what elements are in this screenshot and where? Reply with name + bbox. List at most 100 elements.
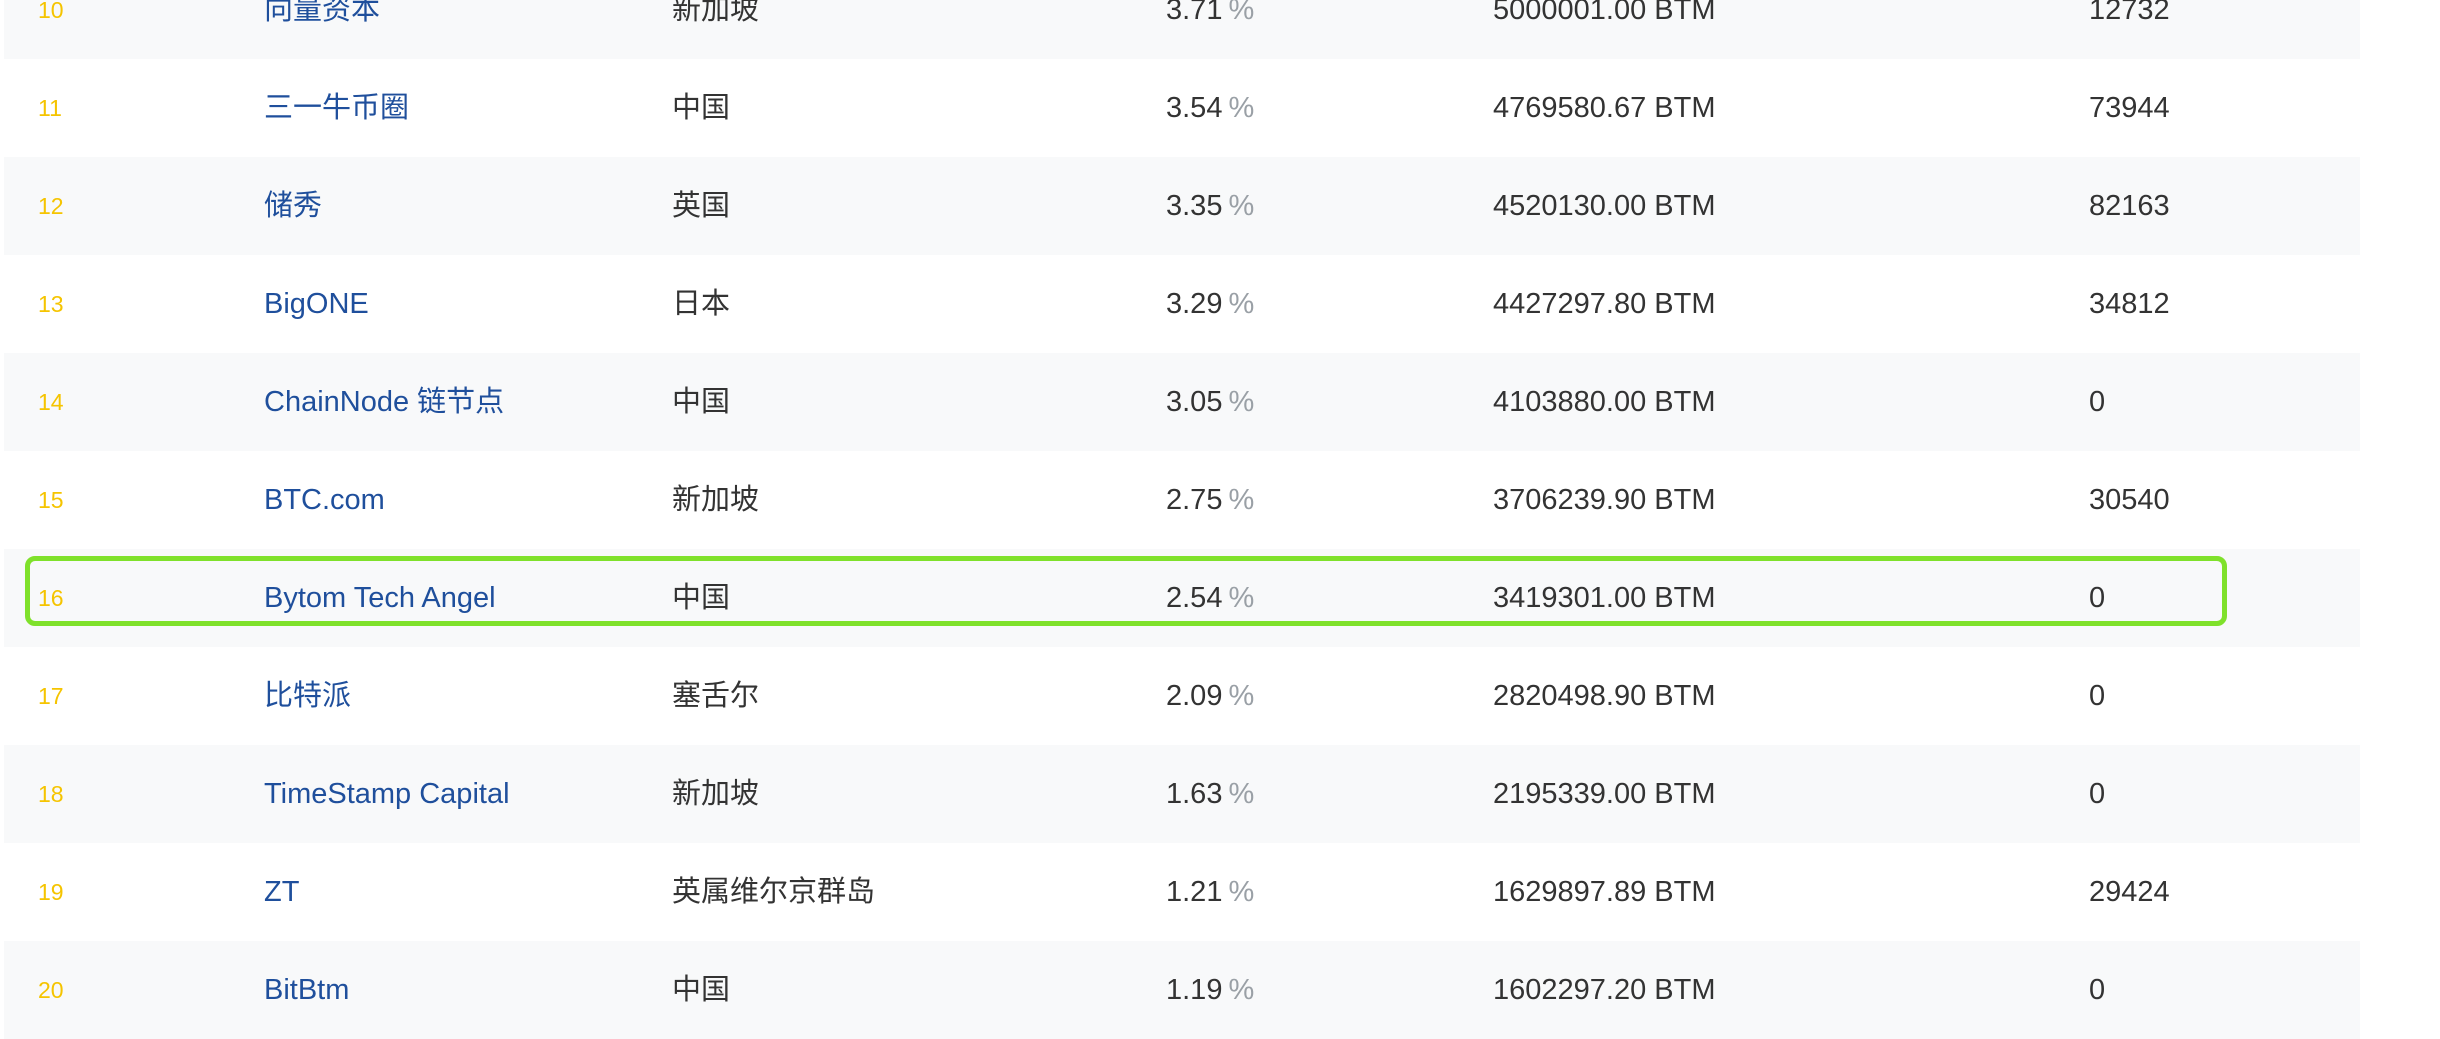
rank-cell: 16: [38, 585, 64, 611]
percent-sign: %: [1228, 484, 1255, 516]
percent-sign: %: [1228, 0, 1255, 26]
node-name-link[interactable]: Bytom Tech Angel: [264, 549, 496, 647]
rank-cell: 17: [38, 683, 64, 709]
percent-value: 3.35: [1166, 190, 1223, 222]
votes-cell: 29424: [2089, 876, 2170, 908]
votes-cell: 0: [2089, 582, 2106, 614]
amount-cell: 4103880.00 BTM: [1493, 386, 1716, 418]
country-cell: 英属维尔京群岛: [672, 876, 876, 908]
country-cell: 中国: [672, 974, 731, 1006]
percent-cell: 1.21%: [1166, 843, 1254, 941]
country-cell: 日本: [672, 288, 731, 320]
rank-cell: 11: [38, 95, 62, 121]
rank-cell: 14: [38, 389, 64, 415]
node-name-link[interactable]: 比特派: [264, 647, 351, 745]
votes-cell: 0: [2089, 386, 2106, 418]
table-row: 11 三一牛币圈 中国 3.54% 4769580.67 BTM 73944: [4, 59, 2360, 157]
rank-cell: 10: [38, 0, 64, 23]
votes-cell: 0: [2089, 680, 2106, 712]
percent-value: 1.19: [1166, 974, 1223, 1006]
percent-cell: 2.09%: [1166, 647, 1254, 745]
percent-sign: %: [1228, 778, 1255, 810]
table-row: 12 储秀 英国 3.35% 4520130.00 BTM 82163: [4, 157, 2360, 255]
percent-value: 2.09: [1166, 680, 1223, 712]
percent-sign: %: [1228, 582, 1255, 614]
amount-cell: 4520130.00 BTM: [1493, 190, 1716, 222]
votes-cell: 12732: [2089, 0, 2170, 26]
node-name-link[interactable]: 向量资本: [264, 0, 380, 59]
country-cell: 中国: [672, 386, 731, 418]
country-cell: 新加坡: [672, 484, 760, 516]
votes-cell: 82163: [2089, 190, 2170, 222]
amount-cell: 1602297.20 BTM: [1493, 974, 1716, 1006]
node-name-link[interactable]: BitBtm: [264, 941, 349, 1039]
percent-cell: 1.63%: [1166, 745, 1254, 843]
country-cell: 英国: [672, 190, 731, 222]
node-name-link[interactable]: BTC.com: [264, 451, 385, 549]
node-ranking-table: 10 向量资本 新加坡 3.71% 5000001.00 BTM 12732 1…: [4, 0, 2360, 1039]
percent-value: 3.29: [1166, 288, 1223, 320]
percent-sign: %: [1228, 288, 1255, 320]
votes-cell: 0: [2089, 974, 2106, 1006]
country-cell: 中国: [672, 92, 731, 124]
table-row: 19 ZT 英属维尔京群岛 1.21% 1629897.89 BTM 29424: [4, 843, 2360, 941]
votes-cell: 30540: [2089, 484, 2170, 516]
percent-value: 1.63: [1166, 778, 1223, 810]
amount-cell: 4769580.67 BTM: [1493, 92, 1716, 124]
amount-cell: 3706239.90 BTM: [1493, 484, 1716, 516]
amount-cell: 3419301.00 BTM: [1493, 582, 1716, 614]
node-name-link[interactable]: ChainNode 链节点: [264, 353, 504, 451]
amount-cell: 2820498.90 BTM: [1493, 680, 1716, 712]
percent-value: 3.54: [1166, 92, 1223, 124]
table-row: 16 Bytom Tech Angel 中国 2.54% 3419301.00 …: [4, 549, 2360, 647]
percent-sign: %: [1228, 680, 1255, 712]
percent-cell: 3.05%: [1166, 353, 1254, 451]
rank-cell: 18: [38, 781, 64, 807]
table-row: 15 BTC.com 新加坡 2.75% 3706239.90 BTM 3054…: [4, 451, 2360, 549]
rank-cell: 12: [38, 193, 64, 219]
votes-cell: 73944: [2089, 92, 2170, 124]
percent-sign: %: [1228, 386, 1255, 418]
country-cell: 新加坡: [672, 778, 760, 810]
percent-value: 3.71: [1166, 0, 1223, 26]
table-row: 14 ChainNode 链节点 中国 3.05% 4103880.00 BTM…: [4, 353, 2360, 451]
percent-cell: 2.75%: [1166, 451, 1254, 549]
rank-cell: 15: [38, 487, 64, 513]
country-cell: 中国: [672, 582, 731, 614]
percent-value: 1.21: [1166, 876, 1223, 908]
amount-cell: 2195339.00 BTM: [1493, 778, 1716, 810]
table-row: 17 比特派 塞舌尔 2.09% 2820498.90 BTM 0: [4, 647, 2360, 745]
node-name-link[interactable]: BigONE: [264, 255, 369, 353]
percent-cell: 3.35%: [1166, 157, 1254, 255]
table-row: 10 向量资本 新加坡 3.71% 5000001.00 BTM 12732: [4, 0, 2360, 59]
percent-cell: 1.19%: [1166, 941, 1254, 1039]
amount-cell: 4427297.80 BTM: [1493, 288, 1716, 320]
percent-value: 2.75: [1166, 484, 1223, 516]
percent-sign: %: [1228, 876, 1255, 908]
percent-cell: 3.71%: [1166, 0, 1254, 59]
percent-value: 2.54: [1166, 582, 1223, 614]
table-row: 18 TimeStamp Capital 新加坡 1.63% 2195339.0…: [4, 745, 2360, 843]
amount-cell: 1629897.89 BTM: [1493, 876, 1716, 908]
percent-sign: %: [1228, 190, 1255, 222]
votes-cell: 34812: [2089, 288, 2170, 320]
percent-cell: 2.54%: [1166, 549, 1254, 647]
percent-sign: %: [1228, 92, 1255, 124]
percent-value: 3.05: [1166, 386, 1223, 418]
percent-cell: 3.54%: [1166, 59, 1254, 157]
table-row: 13 BigONE 日本 3.29% 4427297.80 BTM 34812: [4, 255, 2360, 353]
node-name-link[interactable]: TimeStamp Capital: [264, 745, 510, 843]
votes-cell: 0: [2089, 778, 2106, 810]
node-name-link[interactable]: 三一牛币圈: [264, 59, 409, 157]
percent-cell: 3.29%: [1166, 255, 1254, 353]
rank-cell: 20: [38, 977, 64, 1003]
node-name-link[interactable]: ZT: [264, 843, 299, 941]
amount-cell: 5000001.00 BTM: [1493, 0, 1716, 26]
node-name-link[interactable]: 储秀: [264, 157, 322, 255]
rank-cell: 13: [38, 291, 64, 317]
percent-sign: %: [1228, 974, 1255, 1006]
country-cell: 新加坡: [672, 0, 760, 26]
rank-cell: 19: [38, 879, 64, 905]
table-row: 20 BitBtm 中国 1.19% 1602297.20 BTM 0: [4, 941, 2360, 1039]
country-cell: 塞舌尔: [672, 680, 760, 712]
